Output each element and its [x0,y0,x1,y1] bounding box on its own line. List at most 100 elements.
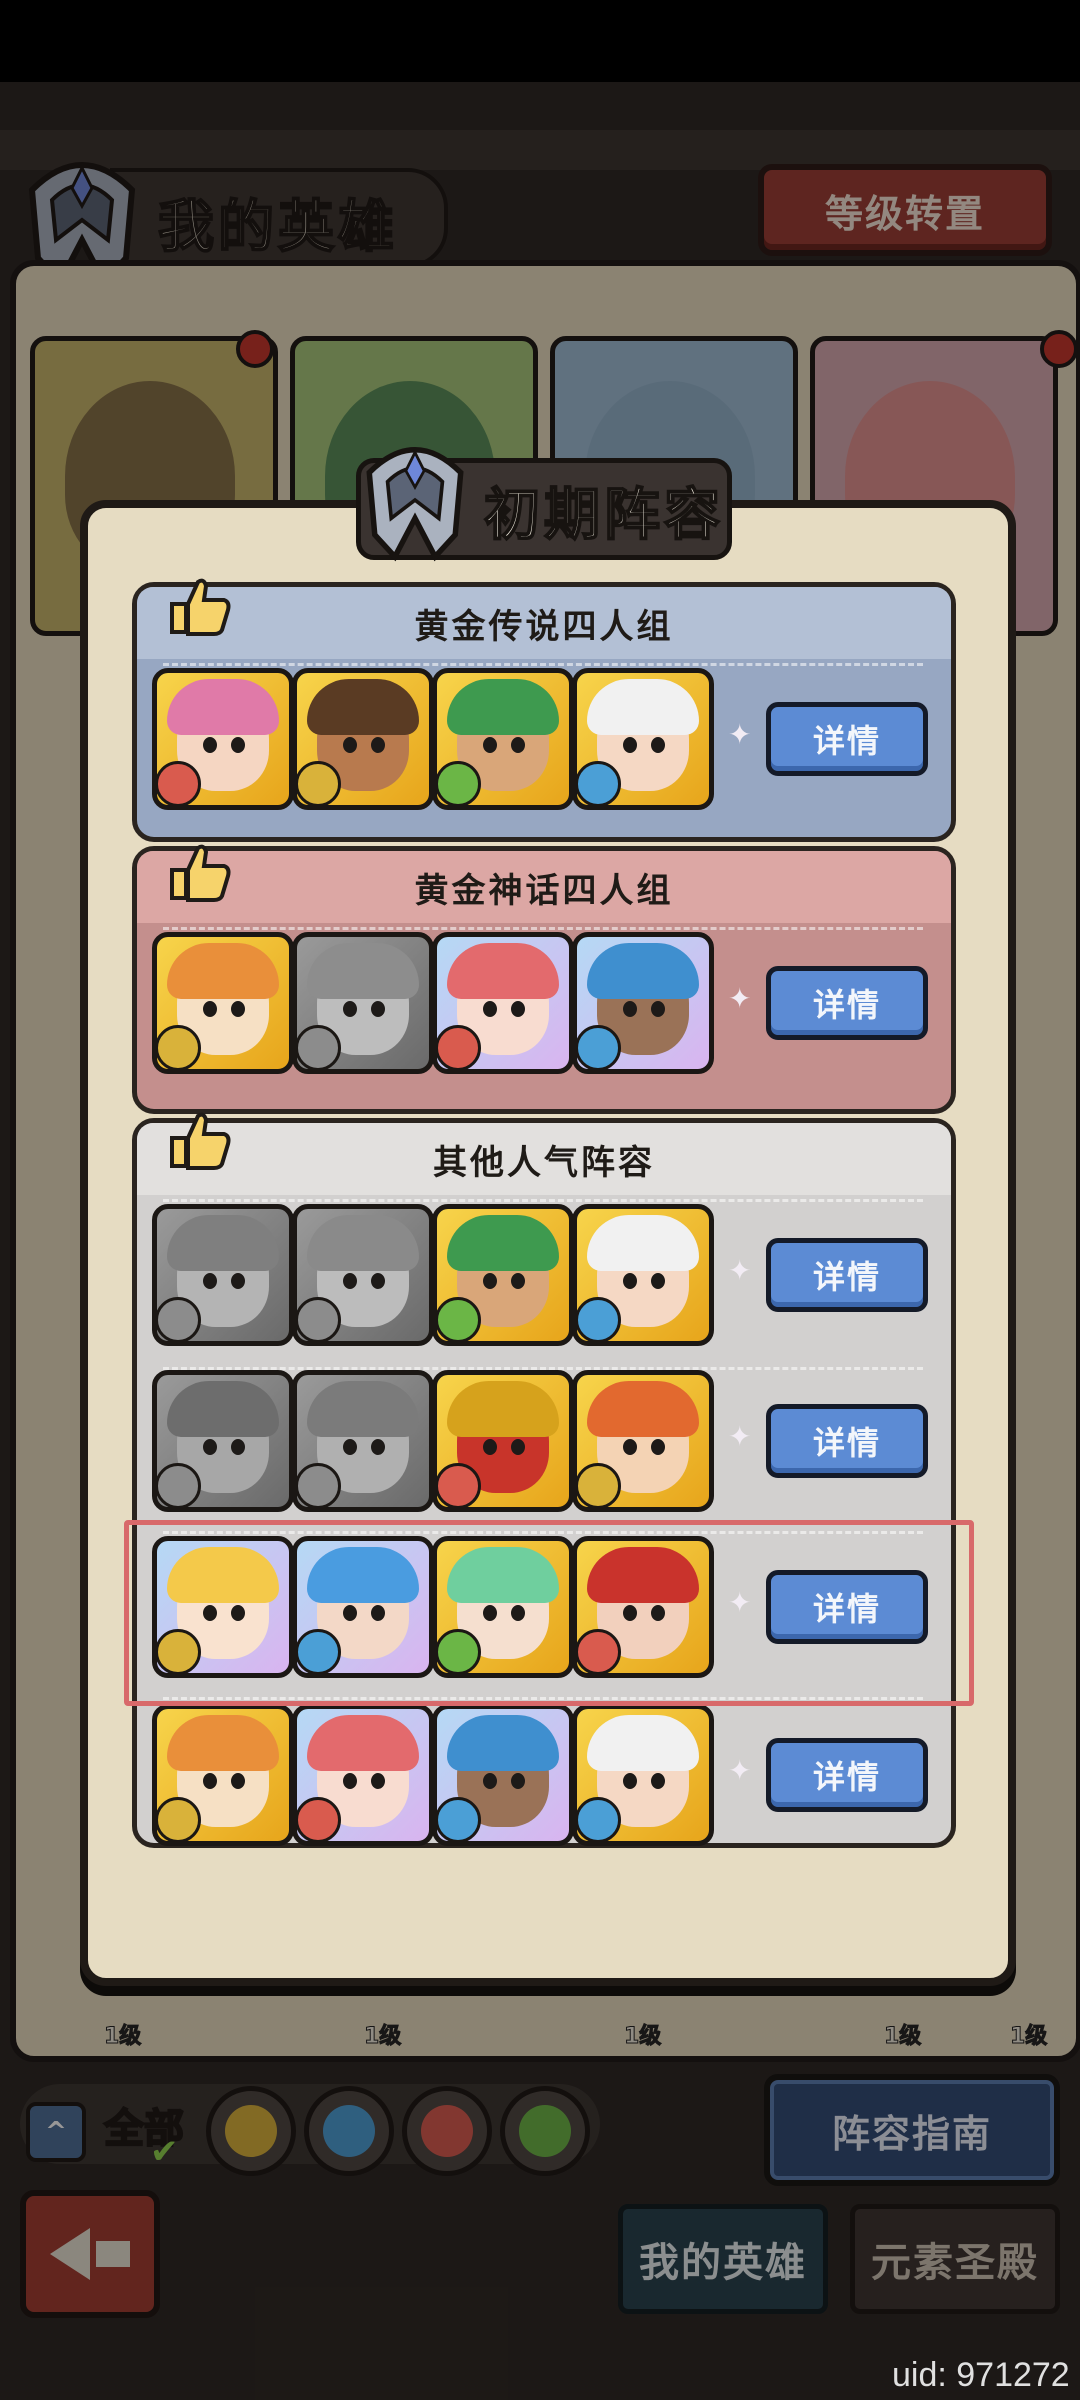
hero-portrait[interactable] [152,1370,294,1512]
hero-eye [651,1773,665,1789]
detail-button[interactable]: 详情 [766,702,928,776]
hero-portrait[interactable] [432,1704,574,1846]
hero-eye [623,1773,637,1789]
hero-hair [307,1381,419,1437]
hero-eye [623,1439,637,1455]
hero-portrait[interactable] [432,1204,574,1346]
section-header: 其他人气阵容 [137,1123,951,1195]
hero-portrait[interactable] [152,1204,294,1346]
water-element-icon [577,761,621,805]
hero-hair [447,1215,559,1271]
water-element-icon [437,1797,481,1841]
hero-hair [307,679,419,735]
hero-eye [371,1439,385,1455]
hero-eye [511,737,525,753]
hero-eye [231,1773,245,1789]
uid-label: uid: 971272 [892,2356,1070,2394]
hero-portrait[interactable] [152,932,294,1074]
thumbs-up-icon [170,578,231,636]
hero-portrait[interactable] [432,668,574,810]
hero-hair [447,1381,559,1437]
team-row [152,1204,714,1346]
sparkle-icon: ✦ [728,1754,752,1787]
none-element-icon [157,1297,201,1341]
hero-portrait[interactable] [152,1704,294,1846]
hero-portrait[interactable] [292,1704,434,1846]
hero-portrait[interactable] [292,1370,434,1512]
none-element-icon [297,1463,341,1507]
sparkle-icon: ✦ [728,1254,752,1287]
highlight-frame [124,1520,974,1706]
hero-eye [623,1001,637,1017]
earth-element-icon [297,761,341,805]
hero-eye [371,1273,385,1289]
hero-portrait[interactable] [572,1704,714,1846]
team-row [152,1370,714,1512]
hero-eye [651,737,665,753]
hero-eye [483,1273,497,1289]
fire-element-icon [437,1025,481,1069]
fire-element-icon [437,1463,481,1507]
hero-portrait[interactable] [572,1370,714,1512]
water-element-icon [577,1297,621,1341]
hero-portrait[interactable] [292,932,434,1074]
divider [163,663,923,666]
hero-eye [371,737,385,753]
hero-eye [231,1273,245,1289]
divider [163,927,923,930]
detail-button[interactable]: 详情 [766,1738,928,1812]
detail-button[interactable]: 详情 [766,966,928,1040]
sparkle-icon: ✦ [728,718,752,751]
earth-element-icon [157,1025,201,1069]
hero-portrait[interactable] [292,1204,434,1346]
hero-eye [371,1773,385,1789]
hero-hair [587,1715,699,1771]
team-row [152,668,714,810]
hero-eye [651,1439,665,1455]
hero-hair [447,943,559,999]
detail-button[interactable]: 详情 [766,1404,928,1478]
fire-element-icon [157,761,201,805]
divider [163,1199,923,1202]
detail-button[interactable]: 详情 [766,1238,928,1312]
dialog-title: 初期阵容 [483,482,724,549]
status-bar [0,0,1080,82]
hero-portrait[interactable] [152,668,294,810]
hero-portrait[interactable] [572,932,714,1074]
wind-element-icon [437,1297,481,1341]
wind-element-icon [437,761,481,805]
hero-hair [167,1715,279,1771]
hero-hair [447,679,559,735]
hero-hair [587,1381,699,1437]
hero-hair [447,1715,559,1771]
team-row [152,1704,714,1846]
hero-portrait[interactable] [432,1370,574,1512]
hero-eye [511,1439,525,1455]
none-element-icon [157,1463,201,1507]
hero-portrait[interactable] [292,668,434,810]
hero-eye [231,1001,245,1017]
hero-hair [587,679,699,735]
hero-eye [343,737,357,753]
hero-portrait[interactable] [572,668,714,810]
thumbs-up-icon [170,844,231,902]
hero-eye [203,1001,217,1017]
none-element-icon [297,1025,341,1069]
thumbs-up-icon [170,1112,231,1170]
hero-eye [343,1001,357,1017]
water-element-icon [577,1025,621,1069]
section-header: 黄金传说四人组 [137,587,951,659]
hero-eye [483,1439,497,1455]
hero-hair [587,1215,699,1271]
hero-portrait[interactable] [432,932,574,1074]
hero-eye [343,1439,357,1455]
hero-hair [307,1715,419,1771]
water-element-icon [577,1797,621,1841]
hero-eye [511,1001,525,1017]
helmet-icon [366,447,464,562]
hero-eye [231,1439,245,1455]
hero-eye [203,737,217,753]
hero-eye [343,1773,357,1789]
hero-eye [511,1273,525,1289]
hero-portrait[interactable] [572,1204,714,1346]
